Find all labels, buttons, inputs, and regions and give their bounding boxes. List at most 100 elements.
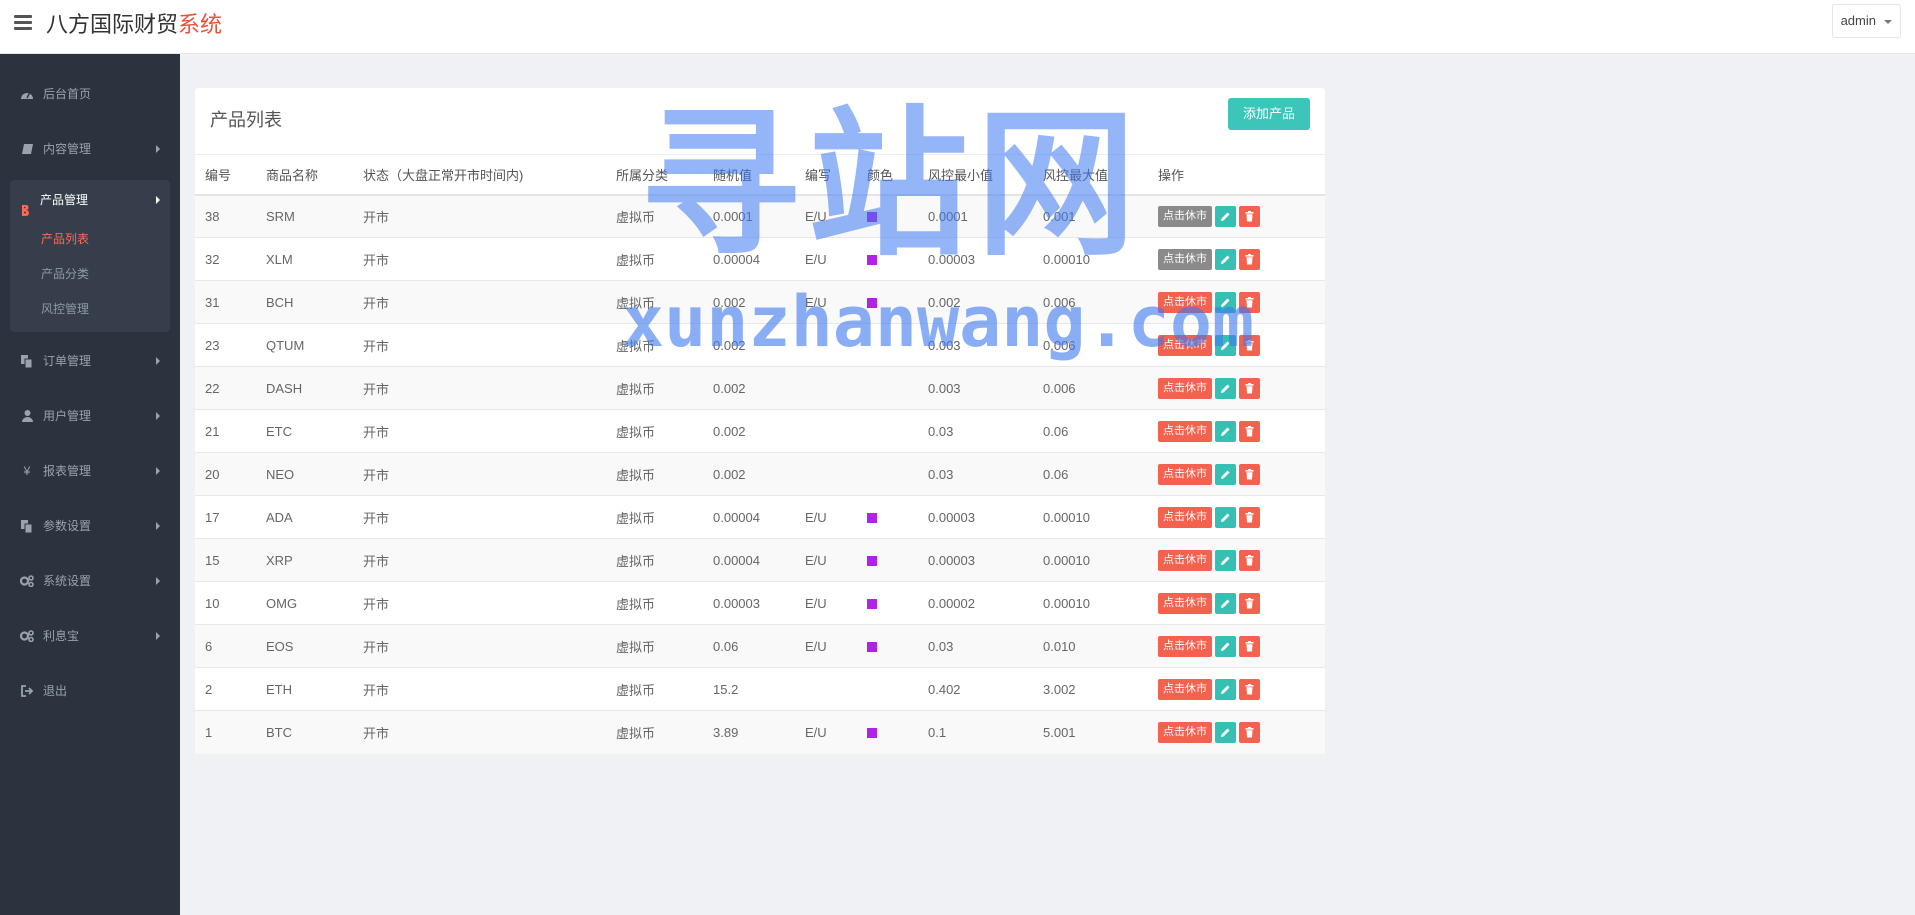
user-dropdown[interactable]: admin — [1831, 4, 1901, 38]
halt-market-button[interactable]: 点击休市 — [1158, 205, 1212, 227]
edit-button[interactable] — [1215, 549, 1236, 571]
caret-down-icon — [1884, 20, 1892, 24]
sign-out-icon — [20, 684, 34, 698]
trash-icon — [1245, 726, 1254, 738]
cell-max: 0.006 — [1033, 323, 1148, 367]
delete-button[interactable] — [1239, 721, 1260, 743]
delete-button[interactable] — [1239, 205, 1260, 227]
delete-button[interactable] — [1239, 334, 1260, 356]
cell-random: 3.89 — [703, 710, 795, 754]
sidebar-subitem-product-category[interactable]: 产品分类 — [41, 263, 89, 285]
sidebar-subitem-risk-control[interactable]: 风控管理 — [41, 298, 89, 320]
edit-button[interactable] — [1215, 420, 1236, 442]
sidebar-item-content[interactable]: 内容管理 — [10, 130, 170, 168]
cell-max: 0.00010 — [1033, 581, 1148, 625]
trash-icon — [1245, 382, 1254, 393]
edit-button[interactable] — [1215, 592, 1236, 614]
cell-min: 0.03 — [918, 452, 1033, 496]
table-row: 2 ETH 开市 虚拟币 15.2 0.402 3.002 点击休市 — [195, 667, 1325, 711]
yen-icon: ¥ — [23, 464, 31, 478]
delete-button[interactable] — [1239, 420, 1260, 442]
sidebar-item-dashboard[interactable]: 后台首页 — [10, 75, 170, 113]
sidebar-item-label: 系统设置 — [43, 574, 92, 588]
delete-button[interactable] — [1239, 463, 1260, 485]
sidebar-item-interest[interactable]: 利息宝 — [10, 617, 170, 655]
dashboard-icon — [20, 87, 34, 101]
sidebar-item-products[interactable]: 产品管理 — [10, 180, 170, 220]
sidebar-item-logout[interactable]: 退出 — [10, 672, 170, 710]
trash-icon — [1245, 339, 1254, 350]
cell-code: E/U — [795, 538, 857, 582]
trash-icon — [1245, 640, 1254, 651]
cell-color — [857, 624, 918, 668]
halt-market-button[interactable]: 点击休市 — [1158, 678, 1212, 700]
cell-min: 0.00003 — [918, 538, 1033, 582]
edit-button[interactable] — [1215, 721, 1236, 743]
cell-random: 0.06 — [703, 624, 795, 668]
sidebar-item-system[interactable]: 系统设置 — [10, 562, 170, 600]
cell-color — [857, 366, 918, 410]
cell-name: XRP — [256, 538, 353, 582]
cell-color — [857, 710, 918, 754]
edit-button[interactable] — [1215, 248, 1236, 270]
edit-button[interactable] — [1215, 463, 1236, 485]
delete-button[interactable] — [1239, 248, 1260, 270]
edit-button[interactable] — [1215, 506, 1236, 528]
halt-market-button[interactable]: 点击休市 — [1158, 291, 1212, 313]
cell-category: 虚拟币 — [606, 538, 703, 582]
cell-category: 虚拟币 — [606, 581, 703, 625]
halt-market-button[interactable]: 点击休市 — [1158, 377, 1212, 399]
delete-button[interactable] — [1239, 592, 1260, 614]
cell-name: SRM — [256, 194, 353, 238]
edit-button[interactable] — [1215, 205, 1236, 227]
user-icon — [20, 409, 34, 423]
sidebar-item-label: 后台首页 — [43, 87, 92, 101]
delete-button[interactable] — [1239, 635, 1260, 657]
halt-market-button[interactable]: 点击休市 — [1158, 592, 1212, 614]
sidebar-subitem-product-list[interactable]: 产品列表 — [41, 228, 89, 250]
hamburger-menu-icon[interactable] — [14, 15, 32, 30]
cell-actions: 点击休市 — [1148, 280, 1325, 324]
delete-button[interactable] — [1239, 506, 1260, 528]
sidebar-item-users[interactable]: 用户管理 — [10, 397, 170, 435]
cell-min: 0.002 — [918, 280, 1033, 324]
halt-market-button[interactable]: 点击休市 — [1158, 635, 1212, 657]
color-swatch — [867, 255, 877, 266]
edit-button[interactable] — [1215, 334, 1236, 356]
cell-min: 0.1 — [918, 710, 1033, 754]
edit-button[interactable] — [1215, 635, 1236, 657]
delete-button[interactable] — [1239, 377, 1260, 399]
halt-market-button[interactable]: 点击休市 — [1158, 248, 1212, 270]
cell-min: 0.03 — [918, 624, 1033, 668]
sidebar-item-params[interactable]: 参数设置 — [10, 507, 170, 545]
cell-status: 开市 — [353, 495, 606, 539]
add-product-button[interactable]: 添加产品 — [1228, 98, 1310, 130]
halt-market-button[interactable]: 点击休市 — [1158, 549, 1212, 571]
trash-icon — [1245, 425, 1254, 436]
cell-name: QTUM — [256, 323, 353, 367]
delete-button[interactable] — [1239, 678, 1260, 700]
cell-color — [857, 194, 918, 238]
delete-button[interactable] — [1239, 549, 1260, 571]
cell-random: 0.002 — [703, 280, 795, 324]
cell-id: 17 — [195, 495, 256, 539]
cell-color — [857, 323, 918, 367]
cell-id: 31 — [195, 280, 256, 324]
cell-code: E/U — [795, 280, 857, 324]
column-header: 操作 — [1148, 154, 1325, 196]
halt-market-button[interactable]: 点击休市 — [1158, 463, 1212, 485]
edit-button[interactable] — [1215, 291, 1236, 313]
halt-market-button[interactable]: 点击休市 — [1158, 420, 1212, 442]
cell-actions: 点击休市 — [1148, 194, 1325, 238]
edit-button[interactable] — [1215, 678, 1236, 700]
edit-button[interactable] — [1215, 377, 1236, 399]
halt-market-button[interactable]: 点击休市 — [1158, 721, 1212, 743]
delete-button[interactable] — [1239, 291, 1260, 313]
cell-name: ETH — [256, 667, 353, 711]
halt-market-button[interactable]: 点击休市 — [1158, 334, 1212, 356]
halt-market-button[interactable]: 点击休市 — [1158, 506, 1212, 528]
cell-id: 38 — [195, 194, 256, 238]
sidebar-item-reports[interactable]: ¥ 报表管理 — [10, 452, 170, 490]
cell-max: 5.001 — [1033, 710, 1148, 754]
sidebar-item-orders[interactable]: 订单管理 — [10, 342, 170, 380]
